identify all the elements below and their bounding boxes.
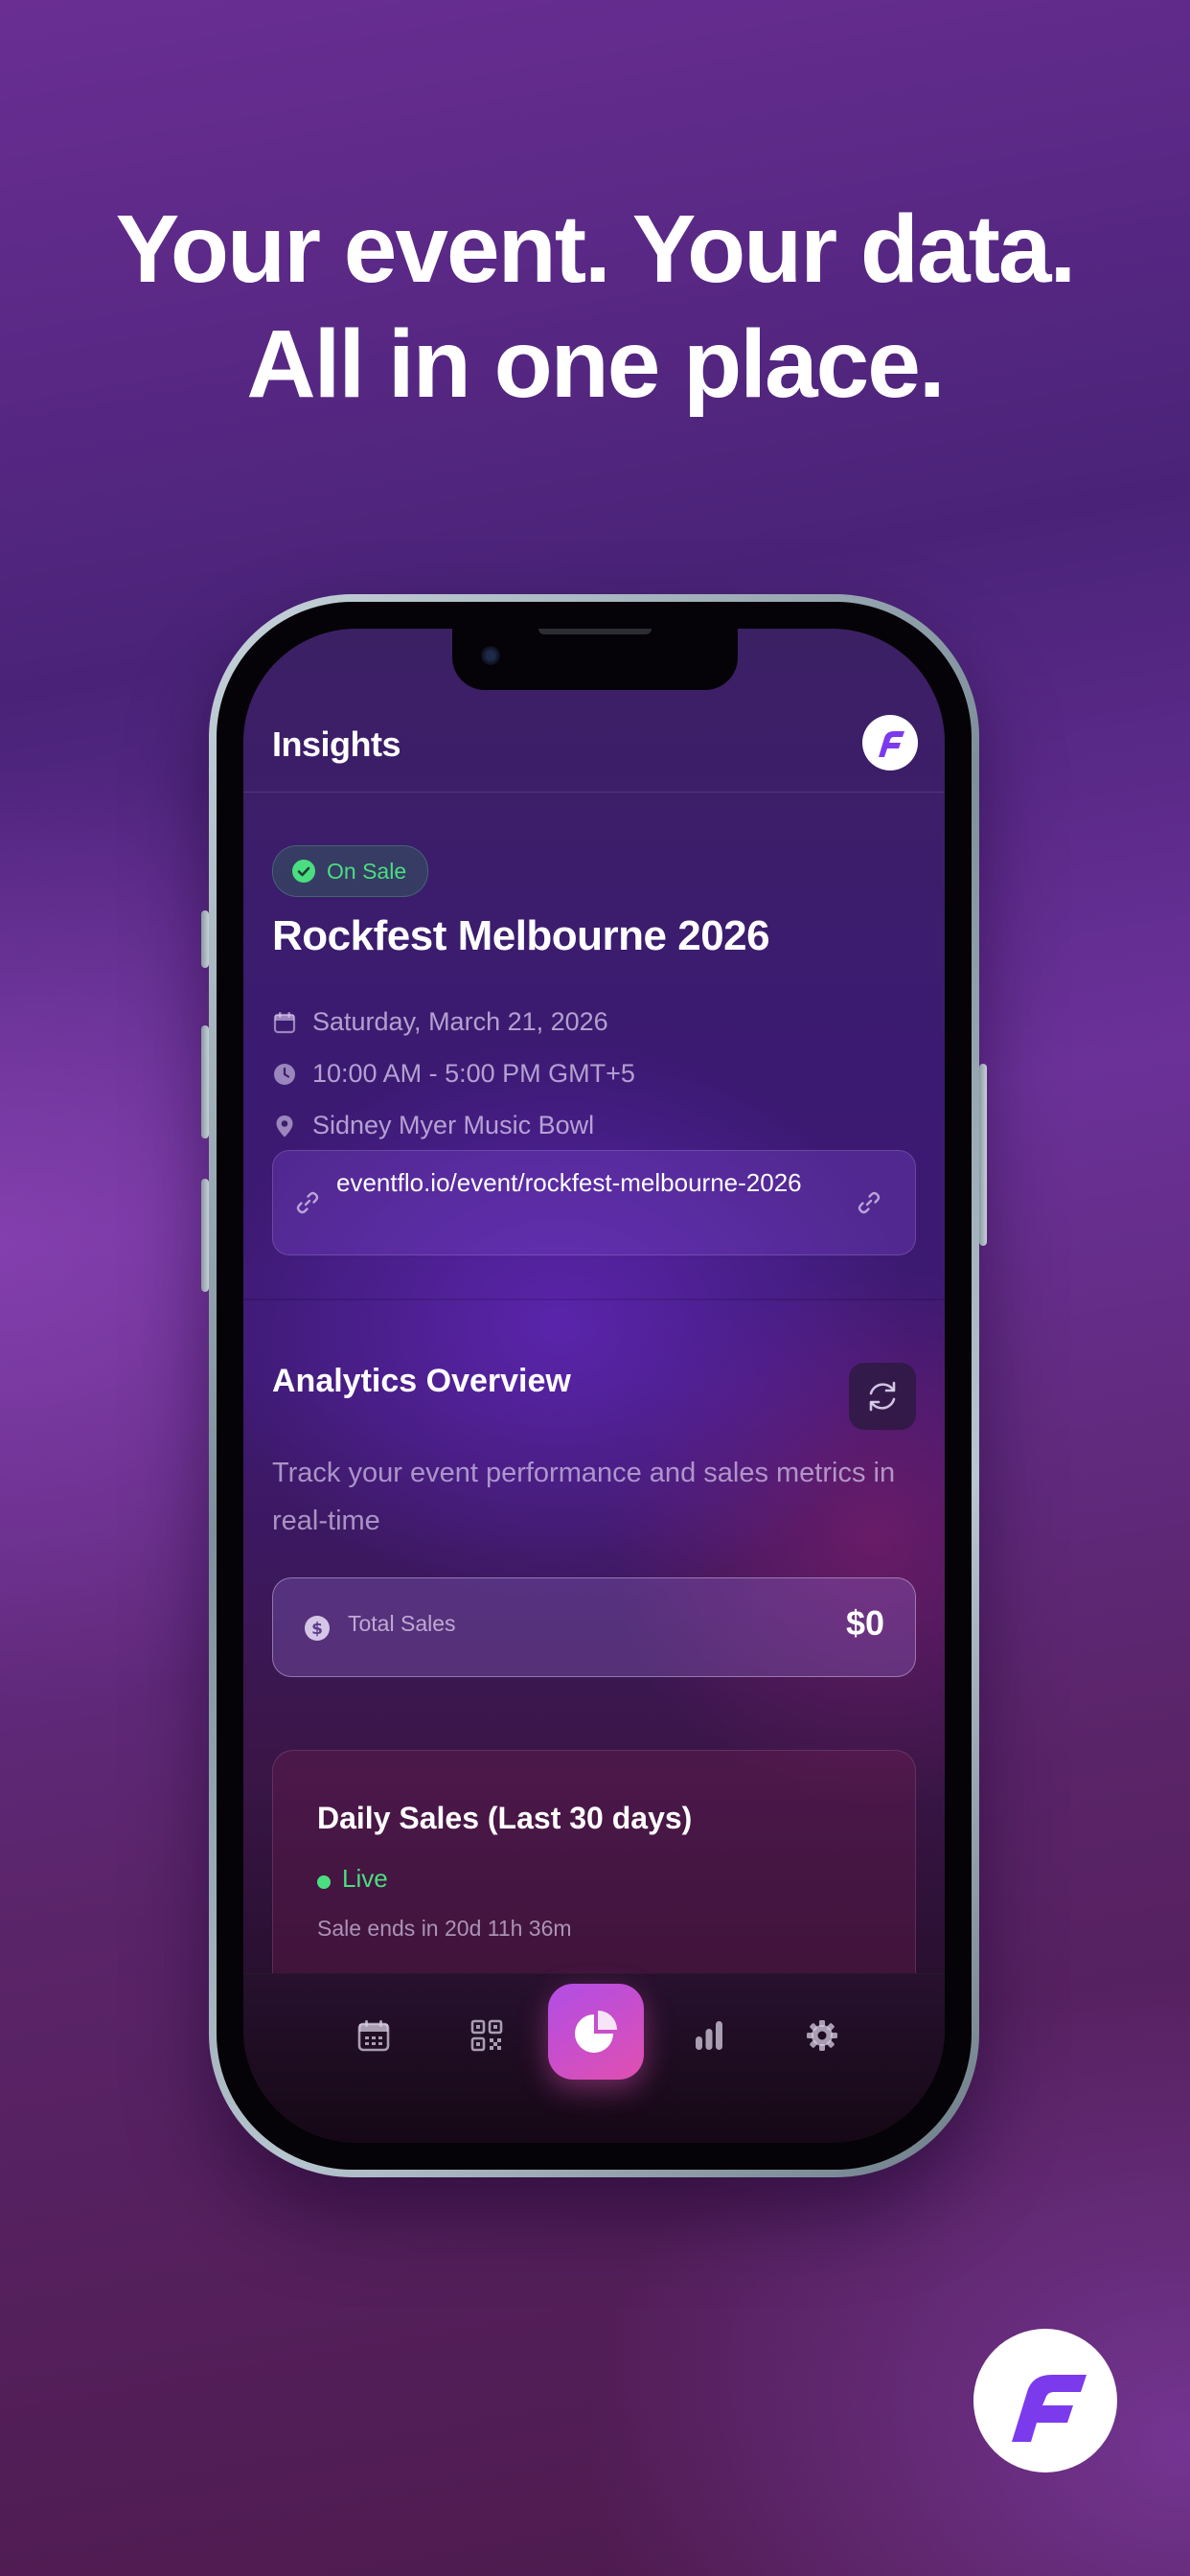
calendar-icon — [273, 1012, 296, 1034]
svg-text:$: $ — [311, 1620, 323, 1639]
tab-bar — [243, 1973, 945, 2143]
check-circle-icon — [292, 860, 315, 883]
headline: Your event. Your data. All in one place. — [0, 192, 1190, 422]
headline-line-2: All in one place. — [246, 310, 945, 418]
event-title: Rockfest Melbourne 2026 — [272, 912, 770, 959]
gear-icon — [807, 2020, 837, 2051]
qr-code-icon — [470, 2019, 503, 2052]
front-camera — [481, 646, 500, 665]
event-link-box[interactable]: eventflo.io/event/rockfest-melbourne-202… — [272, 1150, 916, 1255]
refresh-button[interactable] — [849, 1363, 916, 1430]
eventflo-logo-icon[interactable] — [862, 715, 918, 770]
event-time: 10:00 AM - 5:00 PM GMT+5 — [312, 1059, 635, 1088]
speaker-grille — [538, 629, 652, 634]
calendar-icon — [357, 2020, 390, 2052]
notch — [452, 629, 738, 690]
location-pin-icon — [276, 1116, 293, 1138]
total-sales-label: Total Sales — [348, 1611, 456, 1636]
status-badge-label: On Sale — [327, 859, 407, 884]
volume-down-button — [201, 1179, 209, 1292]
volume-up-button — [201, 1025, 209, 1138]
event-link[interactable]: eventflo.io/event/rockfest-melbourne-202… — [336, 1164, 815, 1201]
pie-chart-icon — [575, 2011, 617, 2053]
status-badge: On Sale — [272, 845, 429, 897]
phone-screen: Insights On Sale Rockfest Melbourne 2026 — [243, 629, 945, 2143]
headline-line-1: Your event. Your data. — [115, 196, 1077, 303]
bar-chart-icon — [696, 2021, 722, 2050]
app-header: Insights — [243, 705, 945, 793]
copy-link-icon[interactable] — [856, 1189, 882, 1216]
daily-sales-title: Daily Sales (Last 30 days) — [317, 1801, 693, 1835]
tab-settings[interactable] — [793, 2007, 851, 2064]
dollar-icon: $ — [305, 1616, 330, 1641]
tab-insights[interactable] — [548, 1984, 644, 2080]
refresh-icon — [869, 1381, 896, 1412]
phone-frame: Insights On Sale Rockfest Melbourne 2026 — [201, 594, 987, 2177]
link-icon — [296, 1191, 319, 1214]
event-venue: Sidney Myer Music Bowl — [312, 1111, 595, 1139]
event-date: Saturday, March 21, 2026 — [312, 1007, 608, 1036]
page-title: Insights — [272, 724, 401, 764]
analytics-title: Analytics Overview — [272, 1363, 571, 1399]
live-indicator-dot — [317, 1875, 331, 1889]
tab-qr-scanner[interactable] — [458, 2007, 515, 2064]
total-sales-card: $ Total Sales $0 — [272, 1577, 916, 1677]
tab-calendar[interactable] — [345, 2007, 402, 2064]
tab-reports[interactable] — [680, 2007, 738, 2064]
silent-switch — [201, 910, 209, 968]
total-sales-value: $0 — [845, 1603, 884, 1643]
clock-icon — [274, 1064, 295, 1085]
power-button — [979, 1064, 987, 1246]
eventflo-corner-logo-icon — [973, 2329, 1117, 2472]
analytics-description: Track your event performance and sales m… — [272, 1458, 896, 1536]
live-status: Live — [342, 1864, 388, 1893]
sale-ends-countdown: Sale ends in 20d 11h 36m — [317, 1916, 572, 1941]
